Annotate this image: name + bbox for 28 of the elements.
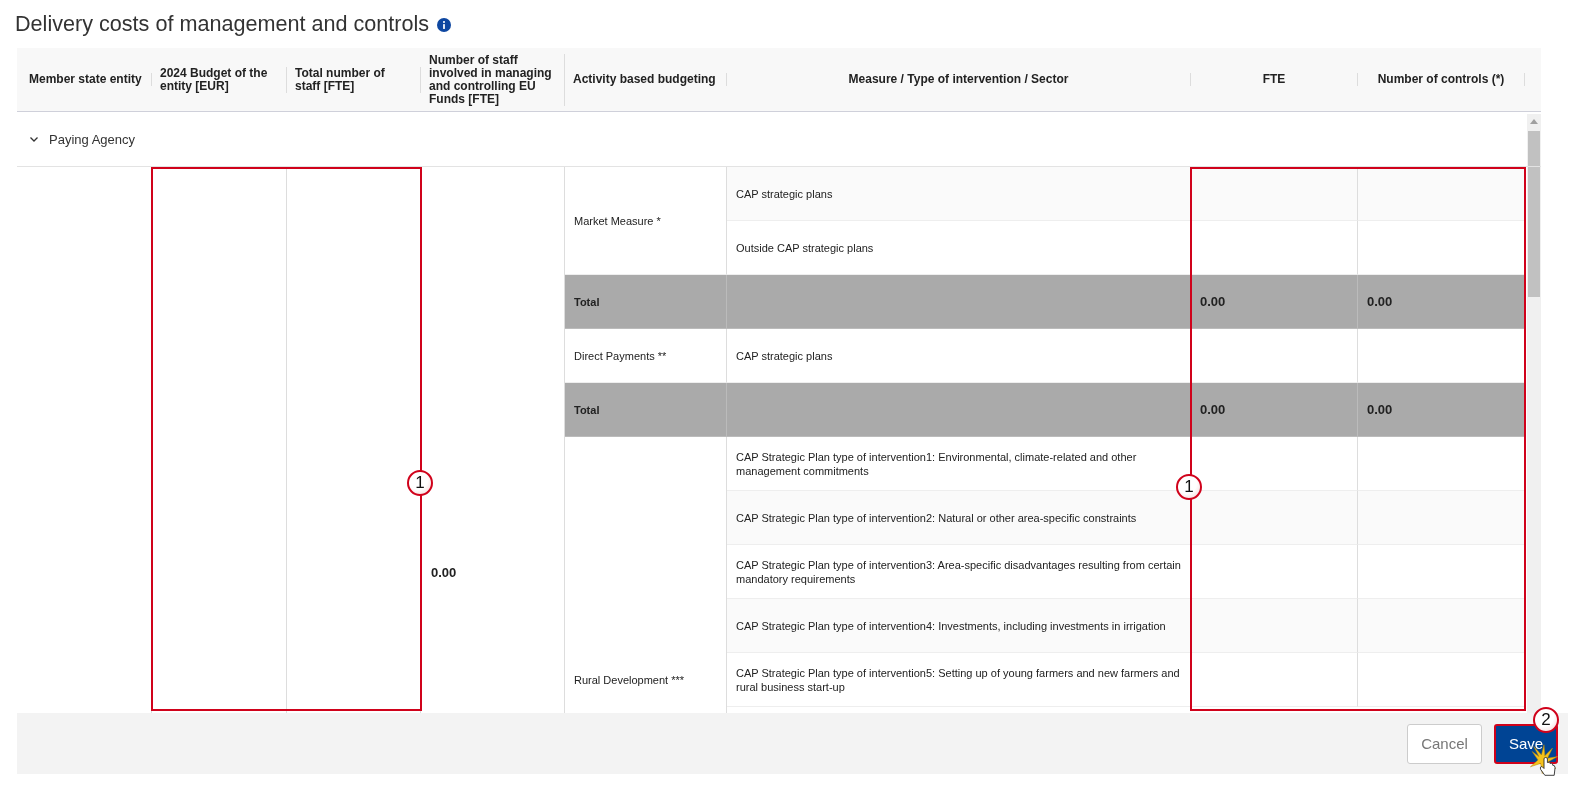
column-header: FTE [1191, 73, 1358, 86]
scrollbar[interactable] [1527, 114, 1541, 166]
scrollbar-thumb[interactable] [1528, 167, 1540, 297]
total-fte: 0.00 [1191, 383, 1358, 437]
activity-cell: Direct Payments ** [565, 329, 727, 383]
measure-cell: CAP Strategic Plan type of intervention2: Natural or other area-specific constraints [727, 491, 1191, 545]
column-header: Member state entity [17, 73, 152, 86]
chevron-icon[interactable] [29, 134, 39, 144]
group-label: Paying Agency [49, 131, 135, 147]
info-icon[interactable] [437, 18, 452, 32]
column-header: Total number of staff [FTE] [287, 66, 421, 93]
measure-cell: CAP Strategic Plan type of intervention4: Investments, including investments in irrigation [727, 599, 1191, 653]
column-header: Number of staff involved in managing and controlling EU Funds [FTE] [421, 53, 565, 106]
column-header: Number of controls (*) [1358, 73, 1525, 86]
total-controls: 0.00 [1358, 383, 1525, 437]
column-header: Activity based budgeting [565, 73, 727, 86]
column-header: Measure / Type of intervention / Sector [727, 73, 1191, 86]
column-header: 2024 Budget of the entity [EUR] [152, 66, 287, 93]
activity-cell: Market Measure * [565, 167, 727, 275]
total-controls: 0.00 [1358, 275, 1525, 329]
cancel-button[interactable]: Cancel [1407, 723, 1482, 764]
staff-value: 0.00 [431, 564, 457, 580]
measure-cell: CAP strategic plans [727, 167, 1191, 221]
section-title: Delivery costs of management and controls [15, 11, 430, 37]
total-fte: 0.00 [1191, 275, 1358, 329]
total-label: Total [565, 275, 727, 329]
callout-marker: 1 [407, 470, 433, 496]
total-label: Total [565, 383, 727, 437]
